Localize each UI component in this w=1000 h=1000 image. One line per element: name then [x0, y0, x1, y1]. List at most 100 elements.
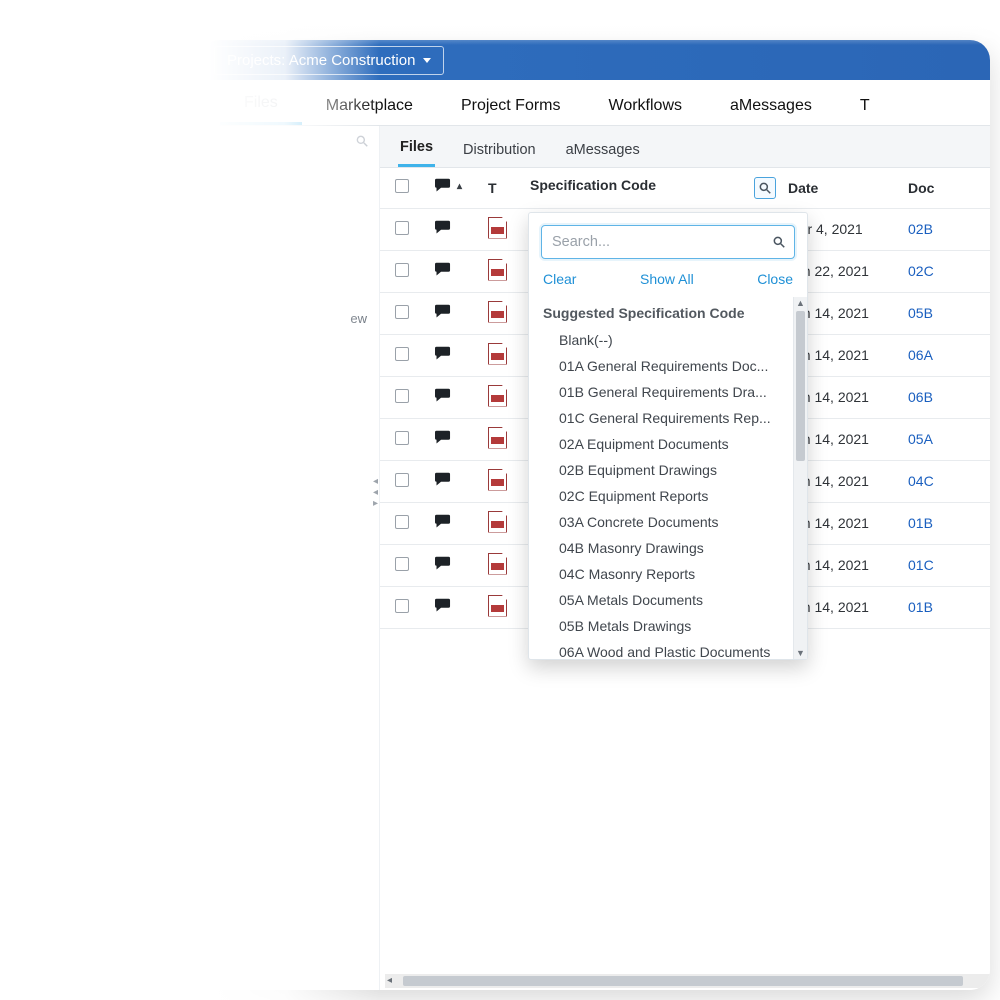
row-checkbox[interactable]: [395, 389, 409, 403]
comment-icon[interactable]: [432, 436, 454, 452]
row-doc-link[interactable]: 06B: [908, 389, 933, 405]
sidebar-tree-item[interactable]: ew: [350, 311, 367, 326]
row-checkbox[interactable]: [395, 431, 409, 445]
tab-label: Marketplace: [326, 97, 413, 114]
comment-icon[interactable]: [432, 352, 454, 368]
body: ew Files Distribution aMessages ◂◂▸: [200, 126, 990, 990]
tab-more[interactable]: T: [836, 83, 894, 125]
comment-icon[interactable]: [432, 478, 454, 494]
tab-amessages[interactable]: aMessages: [706, 83, 836, 125]
filter-suggestion-item[interactable]: 01B General Requirements Dra...: [543, 379, 787, 405]
row-checkbox[interactable]: [395, 263, 409, 277]
row-checkbox[interactable]: [395, 515, 409, 529]
comment-icon[interactable]: [432, 310, 454, 326]
pdf-icon: [488, 259, 507, 281]
subtab-label: Distribution: [463, 142, 536, 158]
popover-scrollbar[interactable]: ▲ ▼: [793, 297, 807, 659]
filter-suggestion-item[interactable]: 01A General Requirements Doc...: [543, 353, 787, 379]
filter-suggestion-item[interactable]: 04C Masonry Reports: [543, 561, 787, 587]
row-checkbox[interactable]: [395, 305, 409, 319]
comment-icon: [432, 175, 454, 197]
pdf-icon: [488, 343, 507, 365]
scrollbar-thumb[interactable]: [796, 311, 805, 461]
filter-suggestion-item[interactable]: 01C General Requirements Rep...: [543, 405, 787, 431]
filter-suggestion-item[interactable]: 02A Equipment Documents: [543, 431, 787, 457]
tab-label: aMessages: [730, 97, 812, 114]
content: Files Distribution aMessages ◂◂▸: [380, 126, 990, 990]
column-comments[interactable]: ▴: [424, 168, 480, 208]
horizontal-scrollbar[interactable]: ◂: [385, 974, 990, 988]
comment-icon[interactable]: [432, 562, 454, 578]
column-date[interactable]: Date: [780, 168, 900, 208]
scroll-down-icon: ▼: [794, 648, 807, 658]
tab-workflows[interactable]: Workflows: [585, 83, 707, 125]
row-doc-link[interactable]: 04C: [908, 473, 934, 489]
row-doc-link[interactable]: 02B: [908, 221, 933, 237]
column-label: Doc: [908, 180, 934, 196]
subtab-files[interactable]: Files: [398, 127, 435, 167]
search-icon: [772, 235, 786, 249]
filter-suggestion-item[interactable]: 03A Concrete Documents: [543, 509, 787, 535]
tab-label: Files: [244, 94, 278, 111]
column-doc[interactable]: Doc: [900, 168, 990, 208]
comment-icon[interactable]: [432, 394, 454, 410]
column-spec-code[interactable]: Specification Code: [522, 168, 780, 208]
sort-ascending-icon: ▴: [457, 181, 462, 192]
tab-marketplace[interactable]: Marketplace: [302, 83, 437, 125]
filter-close-link[interactable]: Close: [757, 271, 793, 287]
tab-project-forms[interactable]: Project Forms: [437, 83, 585, 125]
panel-drag-handle[interactable]: ◂◂▸: [373, 476, 378, 509]
project-selector[interactable]: Projects: Acme Construction: [214, 46, 444, 75]
app-window: Projects: Acme Construction Files Market…: [200, 40, 990, 990]
scrollbar-thumb[interactable]: [403, 976, 963, 986]
filter-suggestion-item[interactable]: 05A Metals Documents: [543, 587, 787, 613]
tab-label: Project Forms: [461, 97, 561, 114]
filter-suggestion-item[interactable]: Blank(--): [543, 327, 787, 353]
search-icon[interactable]: [355, 134, 369, 151]
filter-suggestion-item[interactable]: 06A Wood and Plastic Documents: [543, 639, 787, 659]
select-all-checkbox[interactable]: [395, 179, 409, 193]
row-checkbox[interactable]: [395, 221, 409, 235]
row-doc-link[interactable]: 06A: [908, 347, 933, 363]
filter-search-input[interactable]: [541, 225, 795, 259]
filter-suggestion-item[interactable]: 02B Equipment Drawings: [543, 457, 787, 483]
comment-icon[interactable]: [432, 268, 454, 284]
tab-label: T: [860, 97, 870, 114]
subtab-label: Files: [400, 139, 433, 155]
row-doc-link[interactable]: 01C: [908, 557, 934, 573]
filter-suggestion-item[interactable]: 05B Metals Drawings: [543, 613, 787, 639]
tab-files[interactable]: Files: [220, 80, 302, 125]
sub-tabs: Files Distribution aMessages: [380, 126, 990, 168]
row-checkbox[interactable]: [395, 557, 409, 571]
pdf-icon: [488, 469, 507, 491]
filter-suggestion-item[interactable]: 02C Equipment Reports: [543, 483, 787, 509]
sidebar: ew: [200, 126, 380, 990]
comment-icon[interactable]: [432, 226, 454, 242]
row-checkbox[interactable]: [395, 473, 409, 487]
comment-icon[interactable]: [432, 520, 454, 536]
filter-search-field[interactable]: [550, 233, 772, 251]
row-checkbox[interactable]: [395, 347, 409, 361]
subtab-distribution[interactable]: Distribution: [461, 130, 538, 167]
filter-showall-link[interactable]: Show All: [640, 271, 694, 287]
row-doc-link[interactable]: 05A: [908, 431, 933, 447]
title-bar: Projects: Acme Construction: [200, 40, 990, 80]
filter-suggestion-item[interactable]: 04B Masonry Drawings: [543, 535, 787, 561]
scroll-left-icon: ◂: [387, 975, 392, 986]
filter-clear-link[interactable]: Clear: [543, 271, 576, 287]
row-doc-link[interactable]: 01B: [908, 599, 933, 615]
comment-icon[interactable]: [432, 604, 454, 620]
row-doc-link[interactable]: 01B: [908, 515, 933, 531]
column-filter-button[interactable]: [754, 177, 776, 199]
row-doc-link[interactable]: 05B: [908, 305, 933, 321]
column-type[interactable]: T: [480, 168, 522, 208]
column-label: T: [488, 180, 497, 196]
row-checkbox[interactable]: [395, 599, 409, 613]
scroll-up-icon: ▲: [794, 298, 807, 308]
pdf-icon: [488, 511, 507, 533]
project-selector-label: Projects: Acme Construction: [227, 52, 415, 69]
pdf-icon: [488, 427, 507, 449]
file-table: ▴ T Specification Code: [380, 168, 990, 990]
subtab-amessages[interactable]: aMessages: [564, 130, 642, 167]
row-doc-link[interactable]: 02C: [908, 263, 934, 279]
